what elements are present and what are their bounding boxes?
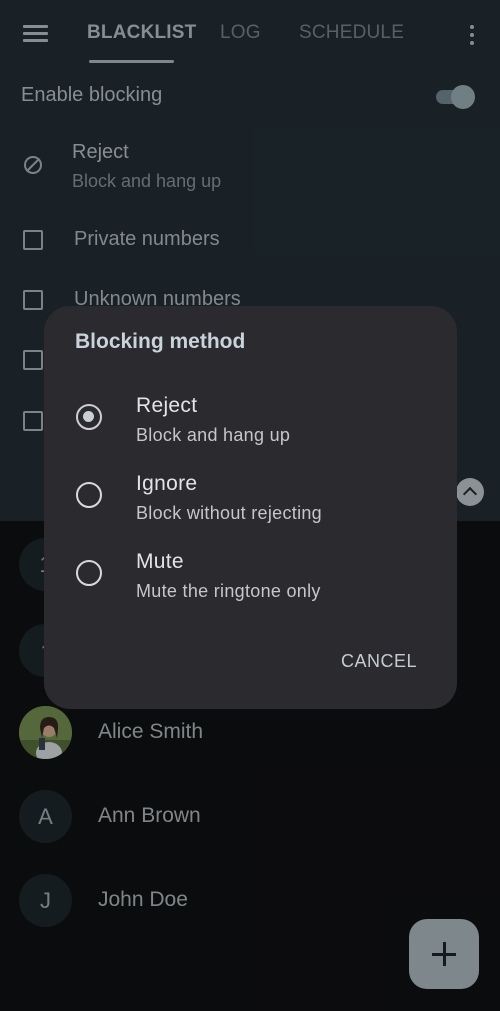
option-reject[interactable]: Reject Block and hang up: [44, 380, 457, 450]
radio-button[interactable]: [76, 560, 102, 586]
radio-button[interactable]: [76, 482, 102, 508]
option-title: Reject: [136, 394, 198, 417]
cancel-button[interactable]: CANCEL: [334, 643, 424, 679]
option-title: Mute: [136, 550, 184, 573]
option-ignore[interactable]: Ignore Block without rejecting: [44, 458, 457, 528]
blocking-method-dialog: Blocking method Reject Block and hang up…: [44, 306, 457, 709]
radio-button-selected[interactable]: [76, 404, 102, 430]
option-title: Ignore: [136, 472, 198, 495]
option-subtitle: Block without rejecting: [136, 503, 322, 523]
dialog-title: Blocking method: [75, 330, 246, 353]
option-mute[interactable]: Mute Mute the ringtone only: [44, 536, 457, 606]
option-subtitle: Mute the ringtone only: [136, 581, 321, 601]
option-subtitle: Block and hang up: [136, 425, 291, 445]
